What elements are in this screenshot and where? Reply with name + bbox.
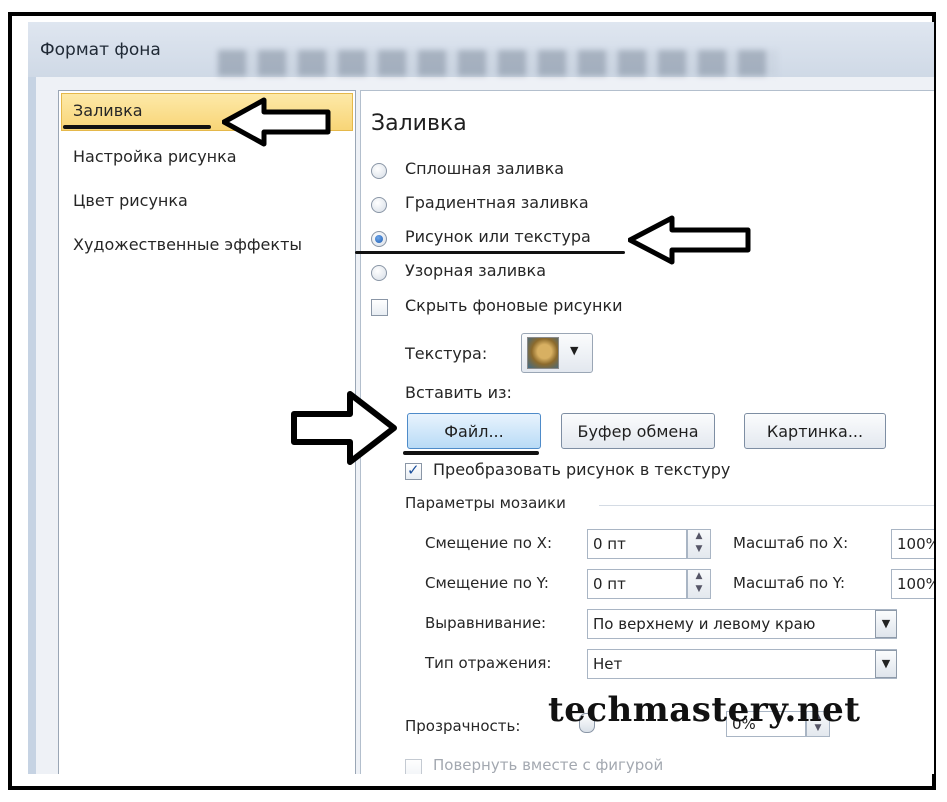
- label-pattern-fill[interactable]: Узорная заливка: [405, 261, 546, 280]
- annotation-underline: [63, 125, 211, 129]
- offset-y-label: Смещение по Y:: [425, 574, 549, 592]
- radio-solid-fill[interactable]: [371, 163, 387, 179]
- scale-y-label: Масштаб по Y:: [733, 574, 846, 592]
- fill-panel: Заливка Сплошная заливка Градиентная зал…: [355, 90, 934, 774]
- offset-x-spinner[interactable]: ▲ ▼: [687, 529, 711, 559]
- annotation-arrow-left: [628, 215, 751, 265]
- scale-x-label: Масштаб по X:: [733, 534, 849, 552]
- texture-label: Текстура:: [405, 344, 488, 363]
- radio-picture-fill[interactable]: [371, 231, 387, 247]
- alignment-select[interactable]: По верхнему и левому краю: [587, 609, 897, 639]
- file-button[interactable]: Файл...: [407, 413, 541, 449]
- format-background-dialog: Формат фона Заливка Настройка рисунка Цв…: [28, 22, 934, 774]
- texture-swatch: [527, 337, 559, 369]
- radio-pattern-fill[interactable]: [371, 265, 387, 281]
- offset-x-input[interactable]: 0 пт: [587, 529, 687, 559]
- checkbox-tile-picture[interactable]: [405, 461, 422, 480]
- mirror-type-select[interactable]: Нет: [587, 649, 897, 679]
- label-gradient-fill[interactable]: Градиентная заливка: [405, 193, 589, 212]
- checkbox-rotate-with-shape[interactable]: [405, 759, 422, 774]
- watermark: techmastery.net: [548, 690, 861, 730]
- offset-y-input[interactable]: 0 пт: [587, 569, 687, 599]
- transparency-label: Прозрачность:: [405, 717, 521, 735]
- clipart-button[interactable]: Картинка...: [744, 413, 886, 449]
- texture-picker[interactable]: ▼: [521, 333, 593, 373]
- fill-heading: Заливка: [371, 111, 467, 136]
- blurred-title-area: [218, 50, 778, 76]
- dialog-title: Формат фона: [40, 40, 161, 60]
- mirror-type-label: Тип отражения:: [425, 654, 552, 672]
- offset-y-spinner[interactable]: ▲ ▼: [687, 569, 711, 599]
- alignment-label: Выравнивание:: [425, 614, 547, 632]
- title-bar: Формат фона: [28, 22, 934, 77]
- label-tile-picture[interactable]: Преобразовать рисунок в текстуру: [433, 460, 730, 479]
- annotation-arrow-right: [291, 391, 397, 465]
- sidebar-item-picture-settings[interactable]: Настройка рисунка: [73, 147, 237, 166]
- label-solid-fill[interactable]: Сплошная заливка: [405, 159, 564, 178]
- sidebar-item-fill[interactable]: Заливка: [73, 101, 143, 120]
- chevron-down-icon[interactable]: ▼: [875, 650, 897, 678]
- scale-y-input[interactable]: 100%: [891, 569, 934, 599]
- window-edge: [28, 77, 36, 774]
- checkbox-hide-background[interactable]: [371, 299, 388, 316]
- sidebar-item-picture-color[interactable]: Цвет рисунка: [73, 191, 188, 210]
- label-rotate-with-shape[interactable]: Повернуть вместе с фигурой: [433, 756, 663, 774]
- chevron-down-icon[interactable]: ▼: [875, 610, 897, 638]
- chevron-down-icon: ▼: [570, 344, 579, 357]
- label-hide-background[interactable]: Скрыть фоновые рисунки: [405, 296, 623, 315]
- clipboard-button[interactable]: Буфер обмена: [561, 413, 715, 449]
- label-picture-fill[interactable]: Рисунок или текстура: [405, 227, 591, 246]
- tiling-group-label: Параметры мозаики: [405, 494, 566, 512]
- sidebar-item-artistic-effects[interactable]: Художественные эффекты: [73, 235, 302, 254]
- annotation-underline: [403, 451, 539, 455]
- annotation-underline: [355, 251, 625, 254]
- offset-x-label: Смещение по X:: [425, 534, 553, 552]
- annotation-arrow-left: [222, 97, 331, 147]
- scale-x-input[interactable]: 100%: [891, 529, 934, 559]
- insert-from-label: Вставить из:: [405, 383, 512, 402]
- radio-gradient-fill[interactable]: [371, 197, 387, 213]
- group-divider: [599, 505, 934, 506]
